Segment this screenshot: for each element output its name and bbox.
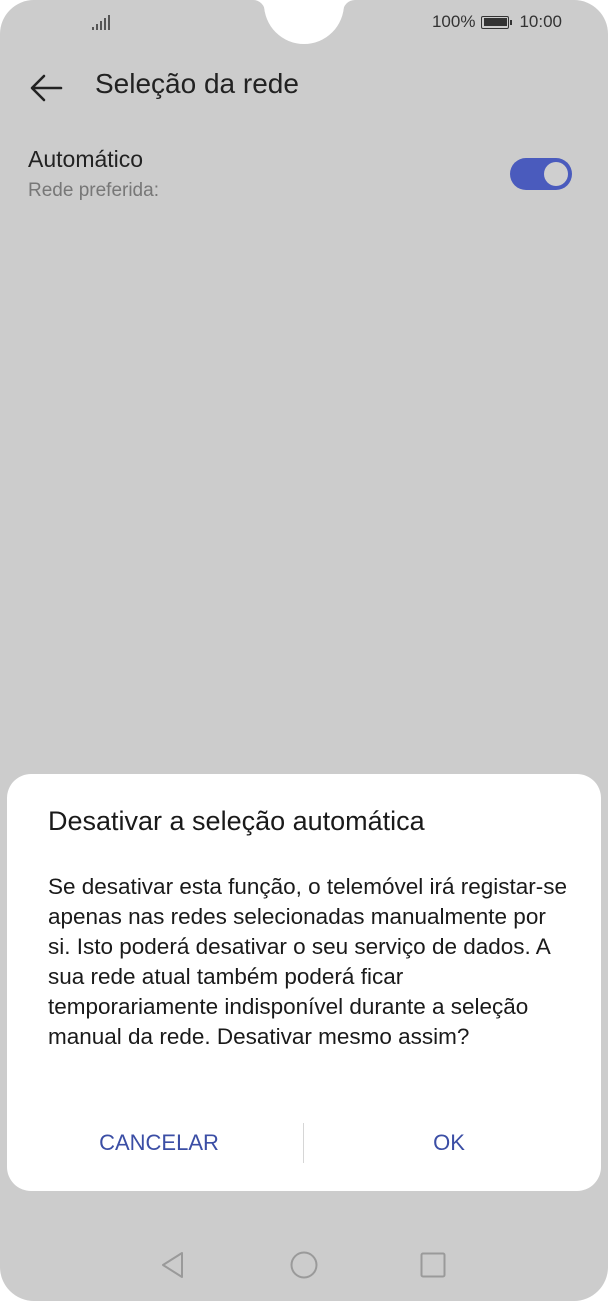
setting-title: Automático [28,146,144,172]
status-right: 100% 10:00 [432,12,562,32]
automatic-setting-row[interactable]: Automático Rede preferida: [28,142,572,212]
navigation-bar [0,1244,608,1288]
battery-percent: 100% [431,12,476,31]
ok-button[interactable]: OK [337,1120,561,1166]
nav-home-icon[interactable] [289,1250,319,1280]
status-bar: 100% 10:00 [0,0,608,46]
status-time: 10:00 [519,12,562,31]
phone-screen: 100% 10:00 Seleção da rede Automático Re… [0,0,608,1301]
dialog-title: Desativar a seleção automática [48,806,425,836]
dialog-button-divider [303,1123,304,1163]
nav-recent-icon[interactable] [418,1250,448,1280]
automatic-toggle[interactable] [510,158,572,190]
setting-subtitle: Rede preferida: [28,180,159,201]
disable-auto-selection-dialog: Desativar a seleção automática Se desati… [7,774,601,1191]
page-title: Seleção da rede [95,68,299,99]
arrow-left-icon[interactable] [28,72,64,104]
nav-back-icon[interactable] [158,1250,188,1280]
cancel-button[interactable]: CANCELAR [47,1120,271,1166]
dialog-actions: CANCELAR OK [7,1120,601,1166]
battery-icon [481,15,513,29]
signal-icon [92,14,110,30]
toggle-knob [544,162,568,186]
app-header: Seleção da rede [0,62,608,114]
dialog-message: Se desativar esta função, o telemóvel ir… [48,874,568,1049]
